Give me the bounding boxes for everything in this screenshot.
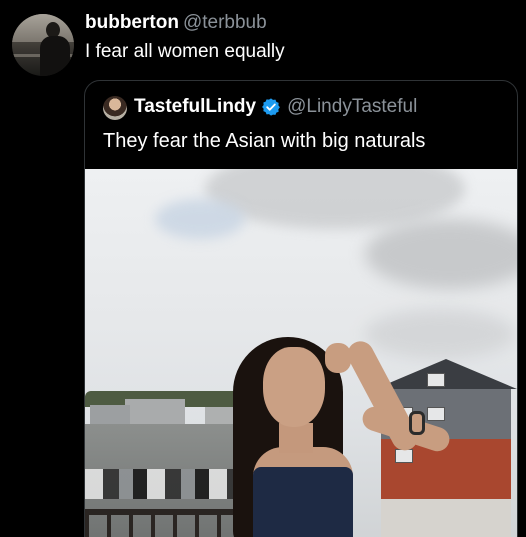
tweet-screenshot: bubberton @terbbub I fear all women equal… [0, 0, 526, 537]
quoted-user-handle[interactable]: @LindyTasteful [287, 96, 417, 118]
avatar-body [40, 36, 70, 76]
tweet-text: I fear all women equally [85, 41, 285, 62]
quoted-avatar[interactable] [103, 96, 127, 120]
quoted-tweet-text: They fear the Asian with big naturals [103, 130, 426, 152]
tweet-header: bubberton @terbbub [85, 12, 267, 34]
quoted-display-name[interactable]: TastefulLindy [134, 96, 256, 118]
dress [253, 467, 353, 537]
face [263, 347, 325, 427]
attached-photo[interactable] [85, 169, 517, 537]
cloud [155, 199, 245, 239]
person [213, 336, 453, 537]
window [427, 373, 445, 387]
cloud [365, 219, 517, 289]
bracelet [409, 411, 425, 435]
user-handle[interactable]: @terbbub [183, 12, 267, 33]
quoted-tweet-header: TastefulLindy @LindyTasteful [134, 96, 417, 118]
avatar[interactable] [12, 14, 74, 76]
window [427, 407, 445, 421]
verified-badge-icon [262, 98, 281, 116]
quoted-tweet-card[interactable]: TastefulLindy @LindyTasteful They fear t… [84, 80, 518, 537]
neck [279, 423, 313, 453]
hand [325, 343, 351, 373]
display-name[interactable]: bubberton [85, 12, 179, 33]
